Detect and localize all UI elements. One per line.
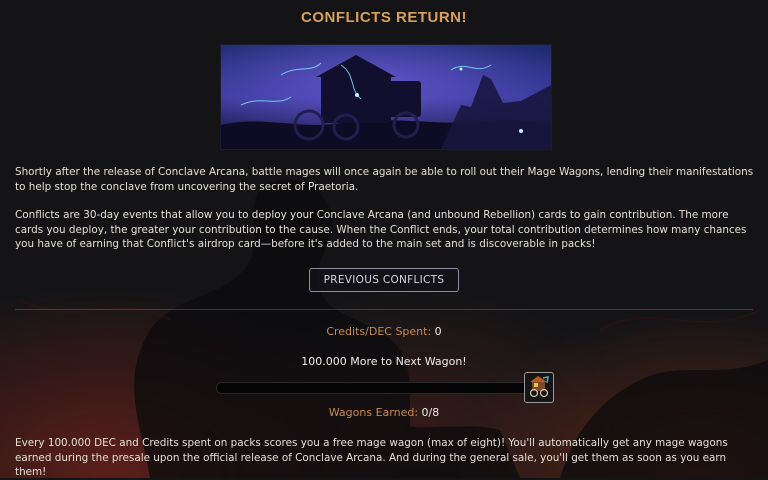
wagons-earned-stat: Wagons Earned: 0/8 — [0, 406, 768, 419]
next-wagon-text: 100.000 More to Next Wagon! — [301, 355, 467, 368]
section-divider — [15, 309, 753, 310]
previous-conflicts-button[interactable]: PREVIOUS CONFLICTS — [309, 268, 459, 292]
page-title: CONFLICTS RETURN! — [301, 9, 467, 26]
credits-spent-stat: Credits/DEC Spent: 0 — [0, 325, 768, 338]
wagons-earned-label: Wagons Earned: — [328, 406, 419, 419]
conflict-banner-image — [220, 44, 552, 150]
wagons-earned-value: 0/8 — [421, 406, 440, 419]
credits-spent-value: 0 — [434, 325, 442, 338]
credits-spent-label: Credits/DEC Spent: — [326, 325, 432, 338]
intro-paragraph: Shortly after the release of Conclave Ar… — [15, 166, 754, 193]
footer-paragraph: Every 100.000 DEC and Credits spent on p… — [15, 437, 728, 478]
mage-wagon-icon — [524, 372, 554, 403]
wagon-progress-bar — [216, 382, 534, 394]
conflicts-description-paragraph: Conflicts are 30-day events that allow y… — [15, 209, 747, 250]
